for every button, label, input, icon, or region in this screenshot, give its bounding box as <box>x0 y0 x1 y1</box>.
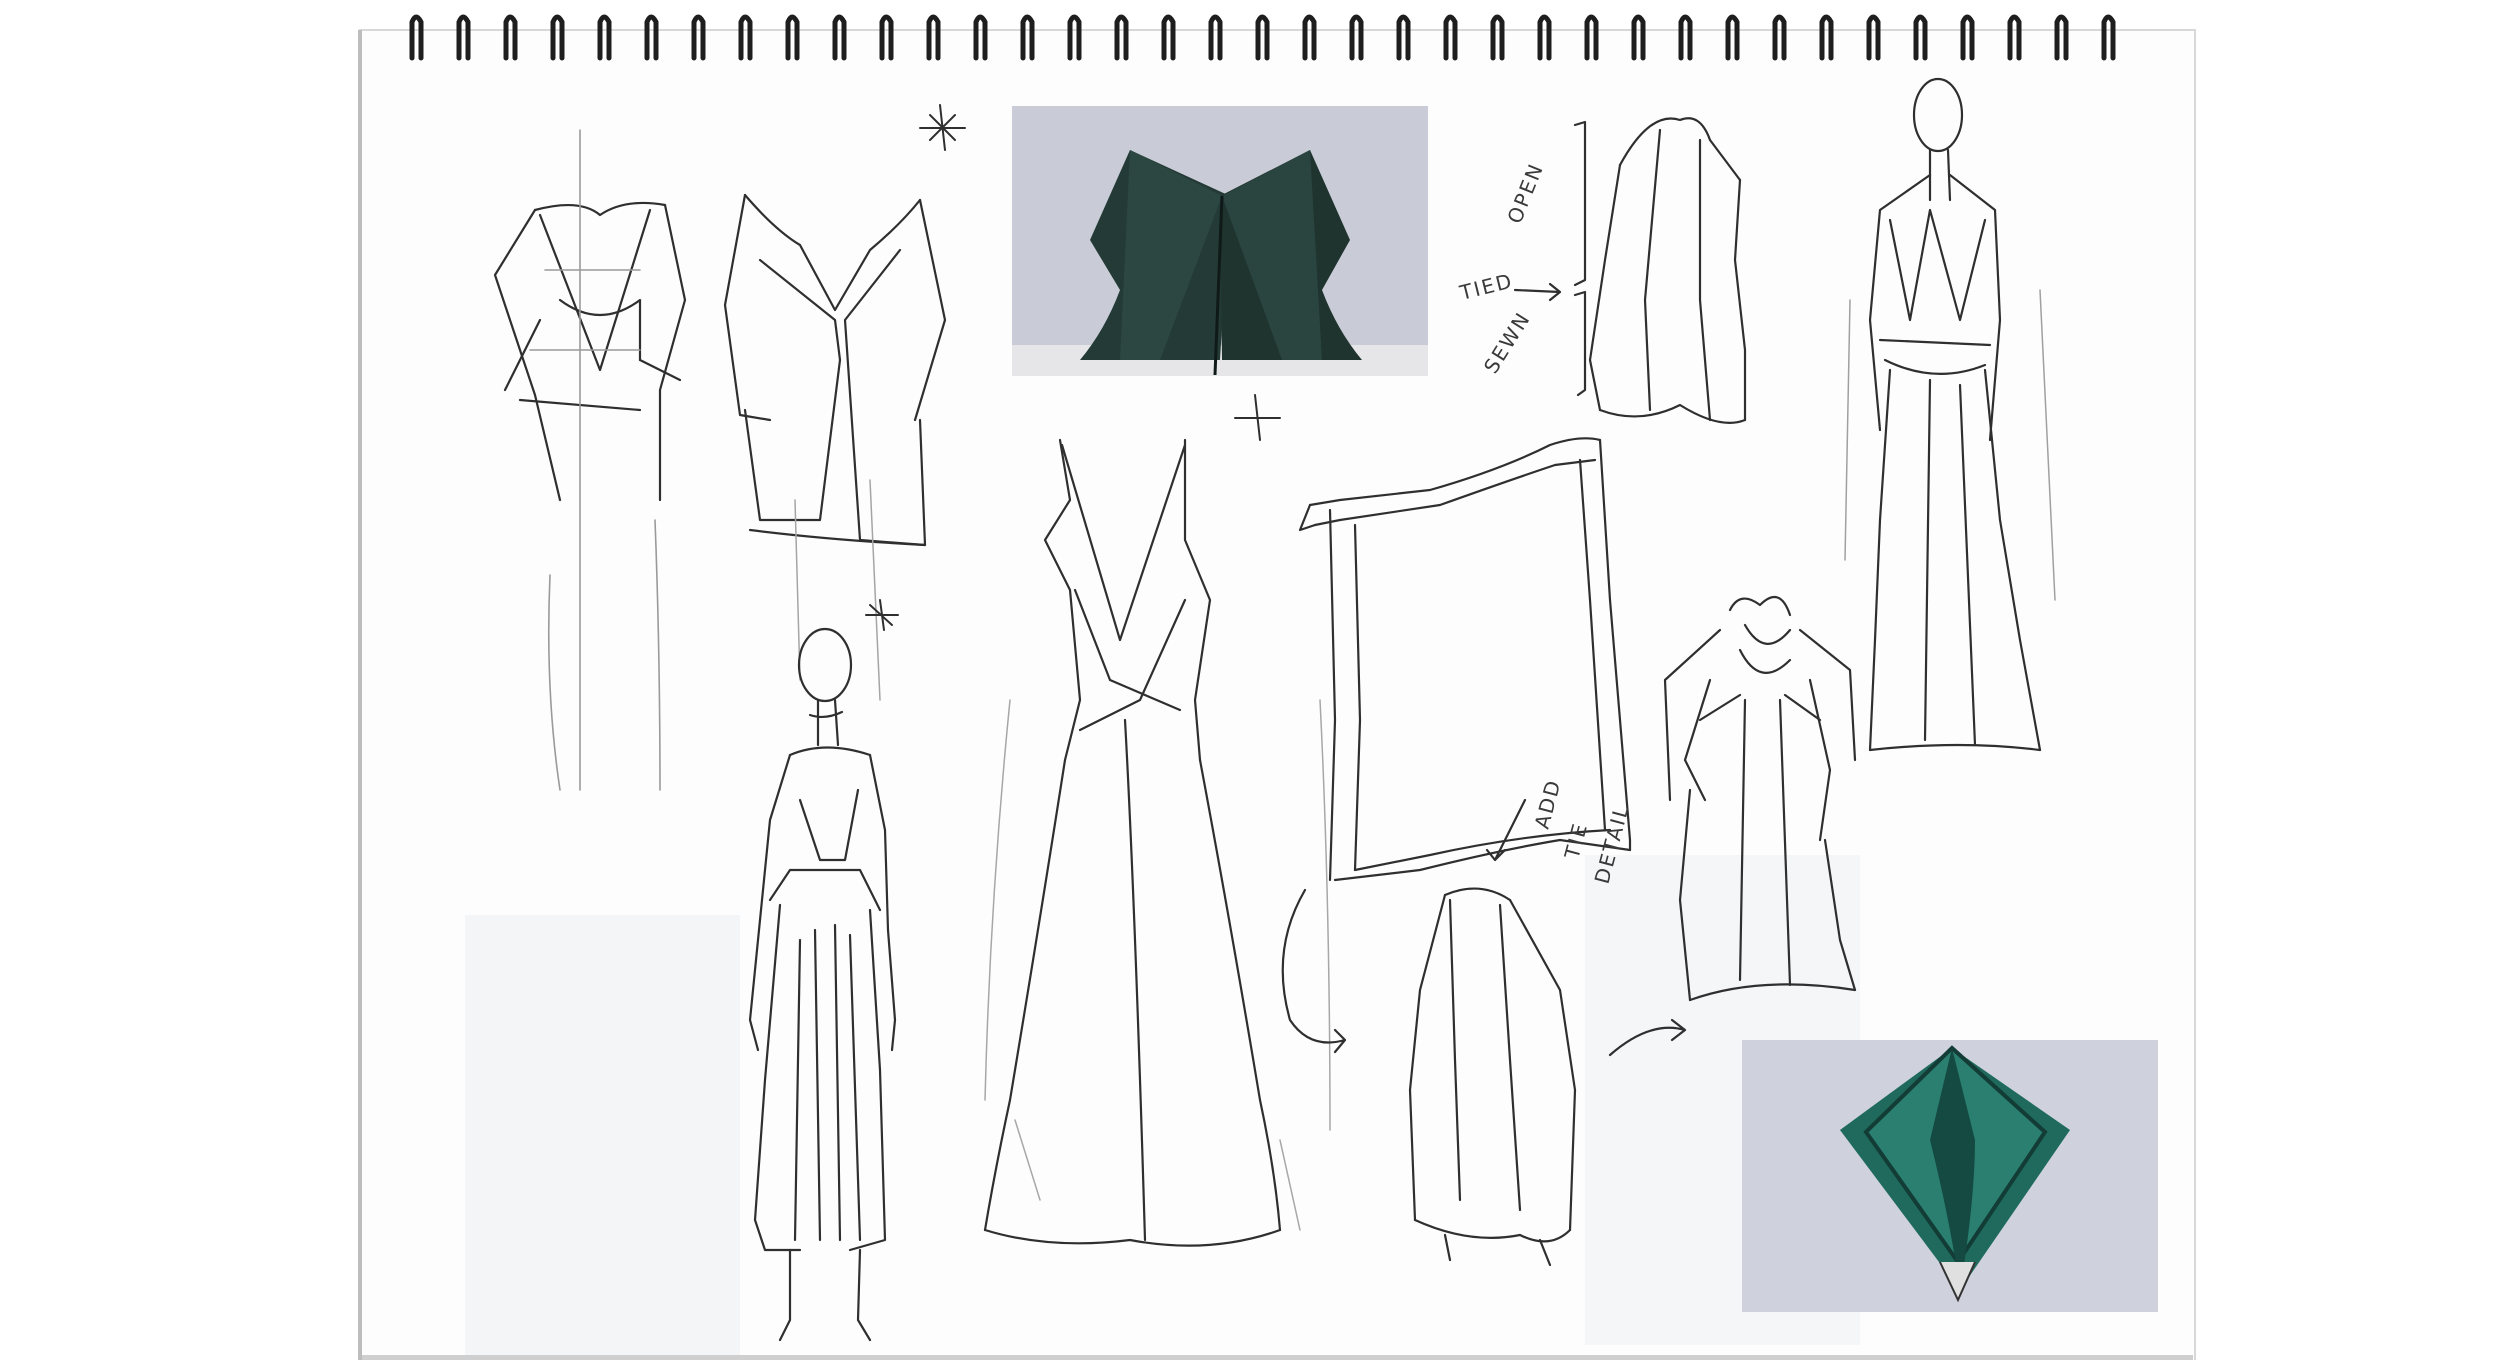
paper-shadow <box>362 1355 2193 1360</box>
paper-left-edge <box>358 30 362 1360</box>
sketchbook-page: OPEN TIED SEWN ADD TIE DETAIL <box>358 14 2196 1360</box>
fabric-photo-bottom <box>1742 1040 2158 1312</box>
fabric-photo-top <box>1012 106 1428 376</box>
faint-patch <box>465 915 740 1355</box>
